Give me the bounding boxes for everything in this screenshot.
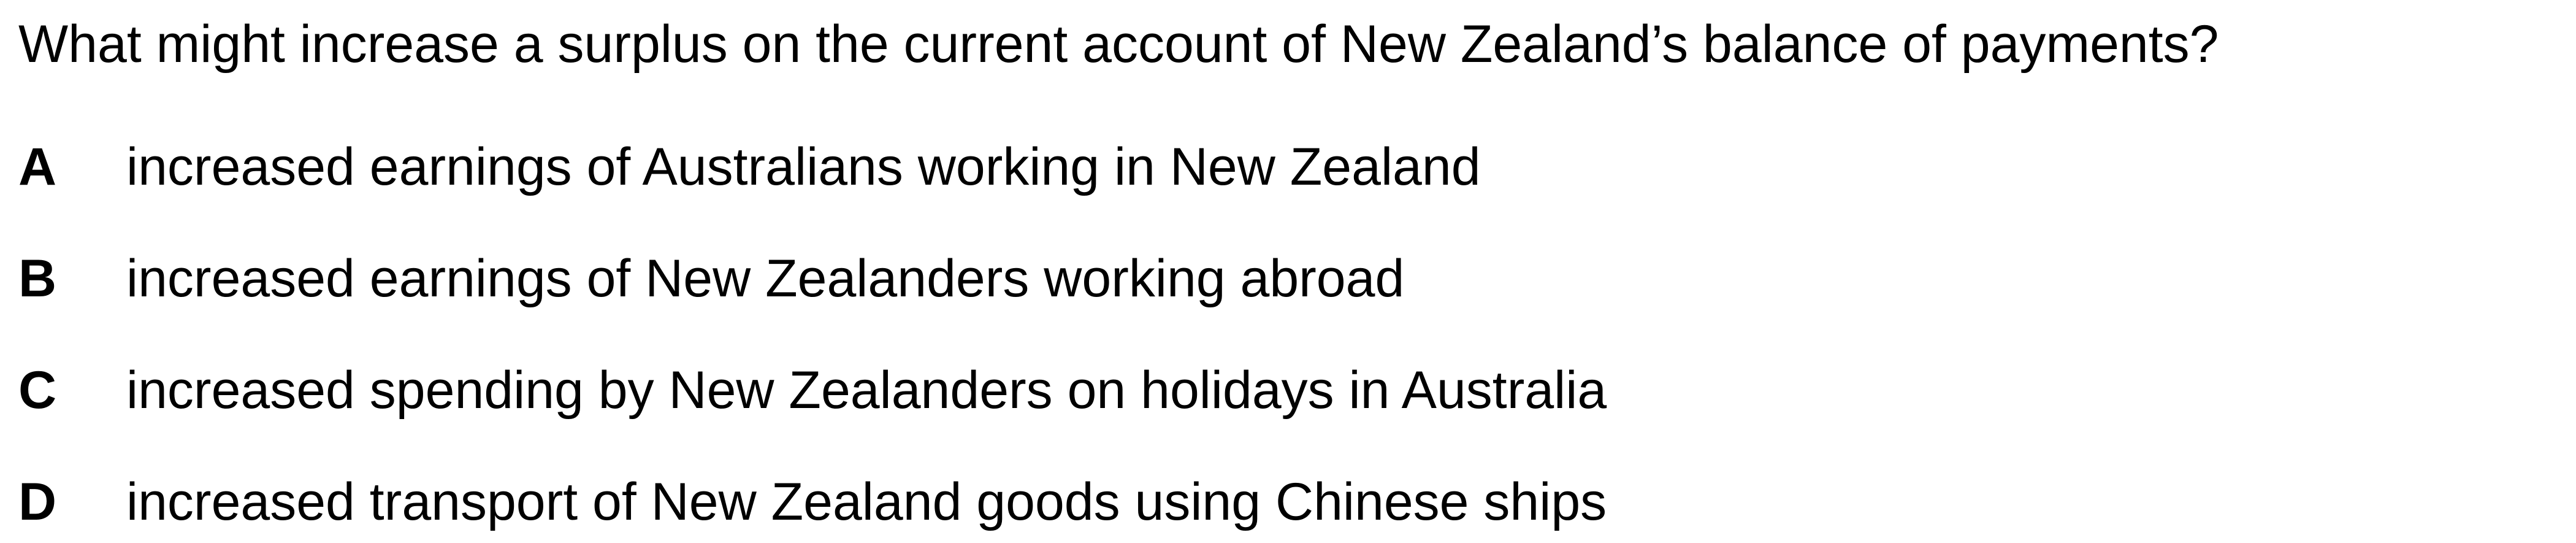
- answer-option-d: Dincreased transport of New Zealand good…: [18, 465, 1607, 539]
- answer-option-a: Aincreased earnings of Australians worki…: [18, 130, 1481, 204]
- option-letter: C: [18, 361, 57, 420]
- option-text: increased spending by New Zealanders on …: [126, 361, 1607, 420]
- answer-option-b: Bincreased earnings of New Zealanders wo…: [18, 242, 1404, 315]
- option-letter: B: [18, 249, 57, 308]
- option-text: increased earnings of Australians workin…: [126, 137, 1481, 196]
- option-text: increased transport of New Zealand goods…: [126, 472, 1607, 531]
- option-letter: D: [18, 472, 57, 531]
- option-text: increased earnings of New Zealanders wor…: [126, 249, 1405, 308]
- question-text: What might increase a surplus on the cur…: [18, 15, 2219, 74]
- answer-option-c: Cincreased spending by New Zealanders on…: [18, 353, 1607, 427]
- option-letter: A: [18, 137, 57, 196]
